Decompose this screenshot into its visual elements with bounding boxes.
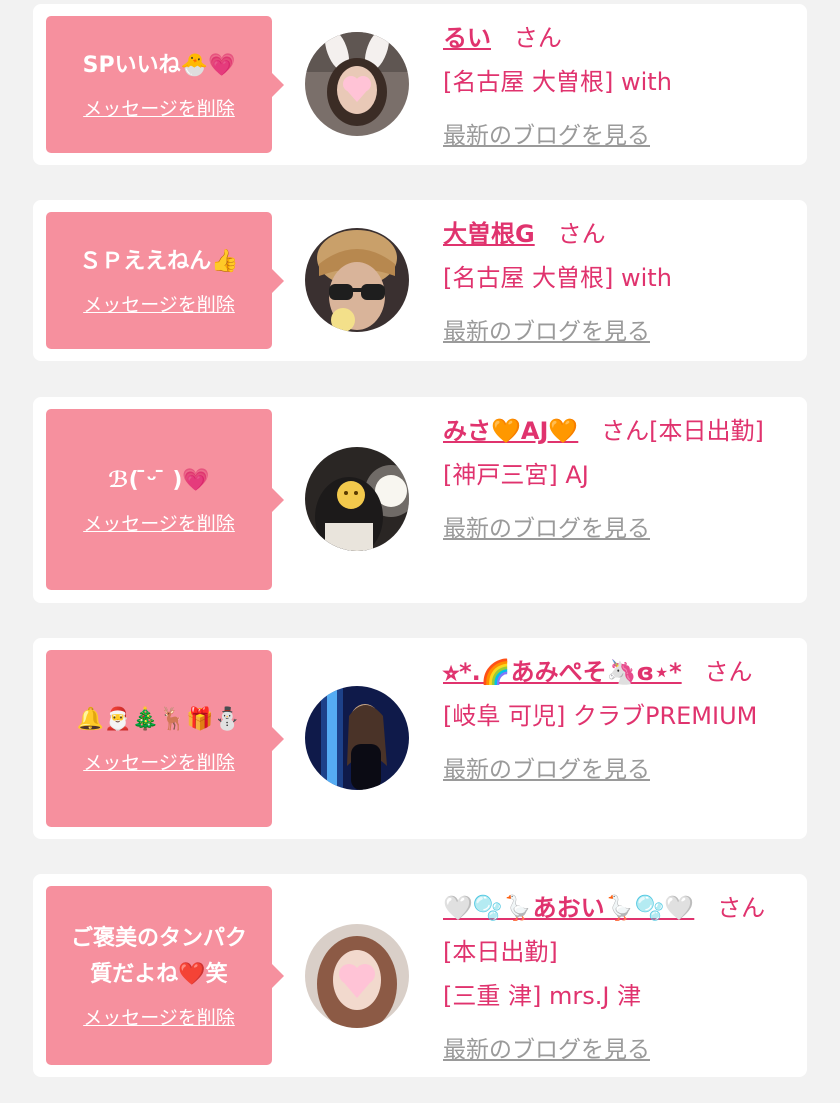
- message-bubble: ご褒美のタンパク 質だよね❤️笑 メッセージを削除: [46, 886, 284, 1065]
- delete-message-link[interactable]: メッセージを削除: [83, 94, 235, 121]
- status-text: [本日出勤]: [443, 938, 558, 966]
- message-bubble: ℬ( ̄ᵕ ̄ )💗 メッセージを削除: [46, 409, 284, 590]
- sender-info: 🤍🫧🪿あおい🪿🫧🤍 さん [本日出勤] [三重 津] mrs.J 津 最新のブログ…: [443, 886, 793, 1072]
- message-bubble: SPいいね🐣💗 メッセージを削除: [46, 16, 284, 153]
- avatar[interactable]: [305, 32, 409, 136]
- honorific: さん: [557, 220, 606, 248]
- list-item: ご褒美のタンパク 質だよね❤️笑 メッセージを削除 🤍🫧🪿あおい🪿🫧🤍 さん [本…: [33, 874, 807, 1077]
- sender-name-link[interactable]: 大曽根G: [443, 220, 535, 248]
- message-bubble: 🔔🎅🎄🦌🎁⛄ メッセージを削除: [46, 650, 284, 827]
- photo-mirror-avatar-icon: [305, 447, 409, 551]
- message-text: ご褒美のタンパク 質だよね❤️笑: [70, 926, 247, 987]
- photo-blue-light-avatar-icon: [305, 686, 409, 790]
- photo-sunglasses-avatar-icon: [305, 228, 409, 332]
- view-blog-link[interactable]: 最新のブログを見る: [443, 1028, 793, 1072]
- shop-location: [岐阜 可児] クラブPREMIUM: [443, 702, 758, 730]
- message-bubble: ＳＰええねん👍 メッセージを削除: [46, 212, 284, 349]
- message-text: ＳＰええねん👍: [79, 249, 239, 274]
- avatar[interactable]: [305, 447, 409, 551]
- view-blog-link[interactable]: 最新のブログを見る: [443, 507, 793, 551]
- message-text: SPいいね🐣💗: [82, 53, 236, 78]
- shop-location: [三重 津] mrs.J 津: [443, 982, 642, 1010]
- shop-location: [名古屋 大曽根] with: [443, 68, 672, 96]
- sender-name-link[interactable]: 🤍🫧🪿あおい🪿🫧🤍: [443, 894, 694, 922]
- sender-info: るい さん [名古屋 大曽根] with 最新のブログを見る: [443, 16, 793, 158]
- delete-message-link[interactable]: メッセージを削除: [83, 748, 235, 775]
- shop-location: [名古屋 大曽根] with: [443, 264, 672, 292]
- list-item: 🔔🎅🎄🦌🎁⛄ メッセージを削除 ⭐︎*.🌈あみぺそ🦄ɞ⋆* さん [岐阜 可児]…: [33, 638, 807, 839]
- message-text: 🔔🎅🎄🦌🎁⛄: [76, 707, 242, 732]
- avatar[interactable]: [305, 228, 409, 332]
- photo-bunny-ears-avatar-icon: [305, 32, 409, 136]
- avatar[interactable]: [305, 686, 409, 790]
- avatar[interactable]: [305, 924, 409, 1028]
- sender-info: ⭐︎*.🌈あみぺそ🦄ɞ⋆* さん [岐阜 可児] クラブPREMIUM 最新のブ…: [443, 650, 793, 792]
- honorific: さん: [704, 658, 753, 686]
- view-blog-link[interactable]: 最新のブログを見る: [443, 748, 793, 792]
- sender-info: みさ🧡AJ🧡 さん[本日出勤] [神戸三宮] AJ 最新のブログを見る: [443, 409, 793, 551]
- message-list: SPいいね🐣💗 メッセージを削除 るい さん [名古屋 大曽根] with 最新…: [0, 0, 840, 1103]
- view-blog-link[interactable]: 最新のブログを見る: [443, 114, 793, 158]
- sender-name-link[interactable]: みさ🧡AJ🧡: [443, 417, 578, 445]
- status-text: [本日出勤]: [649, 417, 764, 445]
- honorific: さん: [513, 24, 562, 52]
- photo-heart-face-avatar-icon: [305, 924, 409, 1028]
- delete-message-link[interactable]: メッセージを削除: [83, 509, 235, 536]
- sender-name-link[interactable]: るい: [443, 24, 491, 52]
- honorific: さん: [717, 894, 766, 922]
- view-blog-link[interactable]: 最新のブログを見る: [443, 310, 793, 354]
- list-item: ＳＰええねん👍 メッセージを削除 大曽根G さん [名古屋 大曽根] with …: [33, 200, 807, 361]
- sender-info: 大曽根G さん [名古屋 大曽根] with 最新のブログを見る: [443, 212, 793, 354]
- honorific: さん: [601, 417, 650, 445]
- message-text: ℬ( ̄ᵕ ̄ )💗: [108, 468, 210, 493]
- shop-location: [神戸三宮] AJ: [443, 461, 589, 489]
- sender-name-link[interactable]: ⭐︎*.🌈あみぺそ🦄ɞ⋆*: [443, 658, 682, 686]
- delete-message-link[interactable]: メッセージを削除: [83, 290, 235, 317]
- list-item: SPいいね🐣💗 メッセージを削除 るい さん [名古屋 大曽根] with 最新…: [33, 4, 807, 165]
- delete-message-link[interactable]: メッセージを削除: [83, 1003, 235, 1030]
- list-item: ℬ( ̄ᵕ ̄ )💗 メッセージを削除 みさ🧡AJ🧡 さん[本日出勤] [神戸三…: [33, 397, 807, 603]
